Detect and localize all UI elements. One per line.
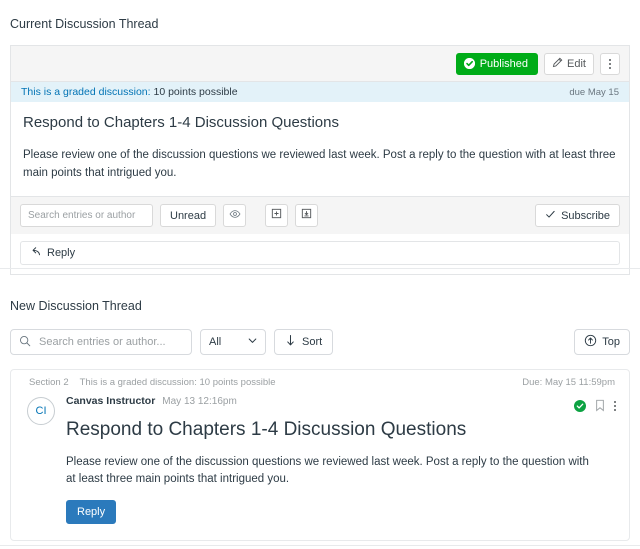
collapse-threads-icon xyxy=(300,207,313,225)
points-possible-text: 10 points possible xyxy=(150,86,238,98)
subscribe-button[interactable]: Subscribe xyxy=(535,204,620,227)
classic-discussion-title: Respond to Chapters 1-4 Discussion Quest… xyxy=(23,114,339,131)
reply-arrow-icon xyxy=(30,246,41,260)
new-thread-heading: New Discussion Thread xyxy=(10,299,142,313)
graded-info-text: This is a graded discussion: 10 points p… xyxy=(79,377,276,388)
mark-all-read-button[interactable] xyxy=(223,204,247,227)
classic-toolbar: Published Edit xyxy=(11,46,629,82)
section-divider-bottom xyxy=(0,545,640,546)
kebab-menu-icon xyxy=(614,400,616,411)
arrow-up-circle-icon xyxy=(584,334,597,350)
graded-banner-text: This is a graded discussion: 10 points p… xyxy=(21,86,238,98)
check-icon xyxy=(545,209,556,223)
published-label: Published xyxy=(479,57,529,70)
new-post-header: CI Canvas Instructor May 13 12:16pm Resp… xyxy=(11,393,629,540)
eye-icon xyxy=(229,207,241,225)
bookmark-icon xyxy=(596,399,604,412)
top-label: Top xyxy=(602,336,620,348)
search-icon xyxy=(19,335,31,350)
check-circle-icon xyxy=(463,58,475,69)
classic-discussion-card: Published Edit This is a graded discussi… xyxy=(10,45,630,275)
kebab-menu-icon xyxy=(609,58,611,69)
new-discussion-toolbar: All Sort Top xyxy=(10,329,630,355)
new-post-due-text: Due: May 15 11:59pm xyxy=(522,377,615,388)
post-bottom-spacer xyxy=(66,524,615,540)
post-timestamp: May 13 12:16pm xyxy=(162,396,237,407)
edit-label: Edit xyxy=(567,57,586,70)
new-post-more-options-button[interactable] xyxy=(614,400,616,411)
current-thread-heading: Current Discussion Thread xyxy=(10,17,159,31)
discussion-comparison-page: Current Discussion Thread Published Edit xyxy=(0,0,640,549)
section-divider-top xyxy=(0,268,640,269)
reply-button[interactable]: Reply xyxy=(66,500,117,524)
bookmark-button[interactable] xyxy=(594,399,606,412)
arrow-down-icon xyxy=(285,334,296,350)
expand-threads-icon xyxy=(270,207,283,225)
section-label: Section 2 xyxy=(29,377,69,388)
classic-reply-button[interactable]: Reply xyxy=(20,241,620,265)
avatar[interactable]: CI xyxy=(27,397,55,425)
graded-discussion-banner: This is a graded discussion: 10 points p… xyxy=(11,82,629,102)
chevron-down-icon xyxy=(247,335,258,349)
pencil-icon xyxy=(552,57,563,71)
sort-label: Sort xyxy=(302,336,323,348)
due-date-text: due May 15 xyxy=(569,86,619,98)
read-state-toggle[interactable] xyxy=(574,399,586,412)
new-post-meta-row: Section 2 This is a graded discussion: 1… xyxy=(11,370,629,393)
new-post-content: Canvas Instructor May 13 12:16pm Respond… xyxy=(55,395,615,540)
reply-label: Reply xyxy=(77,506,106,518)
edit-button[interactable]: Edit xyxy=(544,52,594,75)
published-button[interactable]: Published xyxy=(455,52,539,75)
scroll-to-top-button[interactable]: Top xyxy=(574,329,630,355)
author-name: Canvas Instructor xyxy=(66,395,156,407)
new-post-actions xyxy=(574,399,616,412)
author-line: Canvas Instructor May 13 12:16pm xyxy=(66,395,615,407)
filter-select-value: All xyxy=(209,336,222,348)
classic-search-input[interactable] xyxy=(20,204,153,227)
classic-filter-bar: Unread Subscr xyxy=(11,196,629,234)
new-search-input[interactable] xyxy=(37,335,183,349)
classic-reply-label: Reply xyxy=(47,247,76,259)
expand-threads-button[interactable] xyxy=(265,204,289,227)
new-post-meta-left: Section 2 This is a graded discussion: 1… xyxy=(29,377,276,388)
sort-button[interactable]: Sort xyxy=(274,329,334,355)
filter-select[interactable]: All xyxy=(200,329,266,355)
graded-discussion-link[interactable]: This is a graded discussion: xyxy=(21,86,151,98)
subscribe-label: Subscribe xyxy=(561,209,610,222)
new-post-title: Respond to Chapters 1-4 Discussion Quest… xyxy=(66,419,467,440)
classic-discussion-body: Respond to Chapters 1-4 Discussion Quest… xyxy=(11,102,629,196)
collapse-threads-button[interactable] xyxy=(295,204,319,227)
new-post-message: Please review one of the discussion ques… xyxy=(66,456,589,485)
new-search-field[interactable] xyxy=(10,329,192,355)
new-discussion-card: Section 2 This is a graded discussion: 1… xyxy=(10,369,630,541)
check-circle-filled-icon xyxy=(574,399,586,412)
classic-more-options-button[interactable] xyxy=(600,52,620,75)
unread-label: Unread xyxy=(170,209,207,222)
unread-filter-button[interactable]: Unread xyxy=(160,204,217,227)
classic-discussion-message: Please review one of the discussion ques… xyxy=(23,149,616,179)
